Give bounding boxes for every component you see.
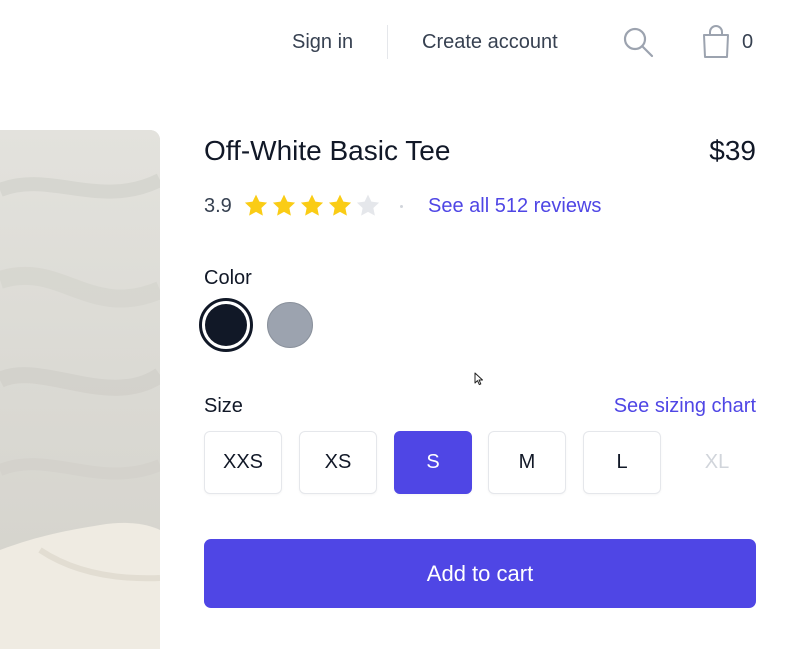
size-label: Size: [204, 395, 243, 417]
star-icon: [272, 194, 296, 216]
product-photo: [0, 130, 160, 649]
product-page: Sign in Create account 0 Off-White Basic…: [0, 0, 800, 649]
color-swatch-fill: [205, 304, 247, 346]
size-option-s[interactable]: S: [394, 431, 472, 494]
rating-value: 3.9: [204, 195, 232, 217]
see-all-reviews-link[interactable]: See all 512 reviews: [428, 193, 601, 219]
star-icon: [328, 194, 352, 216]
size-option-l[interactable]: L: [583, 431, 661, 494]
mouse-cursor-icon: [474, 372, 483, 386]
top-navigation: Sign in Create account 0: [0, 0, 800, 84]
color-swatch-black[interactable]: [199, 298, 253, 352]
star-icon: [244, 194, 268, 216]
product-price: $39: [709, 135, 756, 166]
nav-divider: [387, 25, 388, 59]
size-option-xxs[interactable]: XXS: [204, 431, 282, 494]
sign-in-link[interactable]: Sign in: [292, 29, 353, 55]
separator-dot: [400, 205, 403, 208]
star-icon: [300, 194, 324, 216]
shopping-bag-icon: [703, 25, 729, 58]
color-label: Color: [204, 267, 252, 289]
star-icon: [356, 194, 380, 216]
size-option-xs[interactable]: XS: [299, 431, 377, 494]
size-option-m[interactable]: M: [488, 431, 566, 494]
cart-button[interactable]: 0: [700, 24, 762, 60]
product-image: [0, 130, 160, 649]
search-icon: [623, 27, 654, 58]
color-swatch-gray[interactable]: [267, 302, 313, 348]
sizing-chart-link[interactable]: See sizing chart: [614, 393, 756, 419]
add-to-cart-button[interactable]: Add to cart: [204, 539, 756, 608]
create-account-link[interactable]: Create account: [422, 29, 558, 55]
product-title: Off-White Basic Tee: [204, 135, 451, 166]
size-option-xl: XL: [678, 431, 756, 494]
product-rating: 3.9 See all 512 reviews: [204, 192, 764, 220]
search-button[interactable]: [622, 26, 654, 58]
cart-count: 0: [742, 31, 754, 53]
